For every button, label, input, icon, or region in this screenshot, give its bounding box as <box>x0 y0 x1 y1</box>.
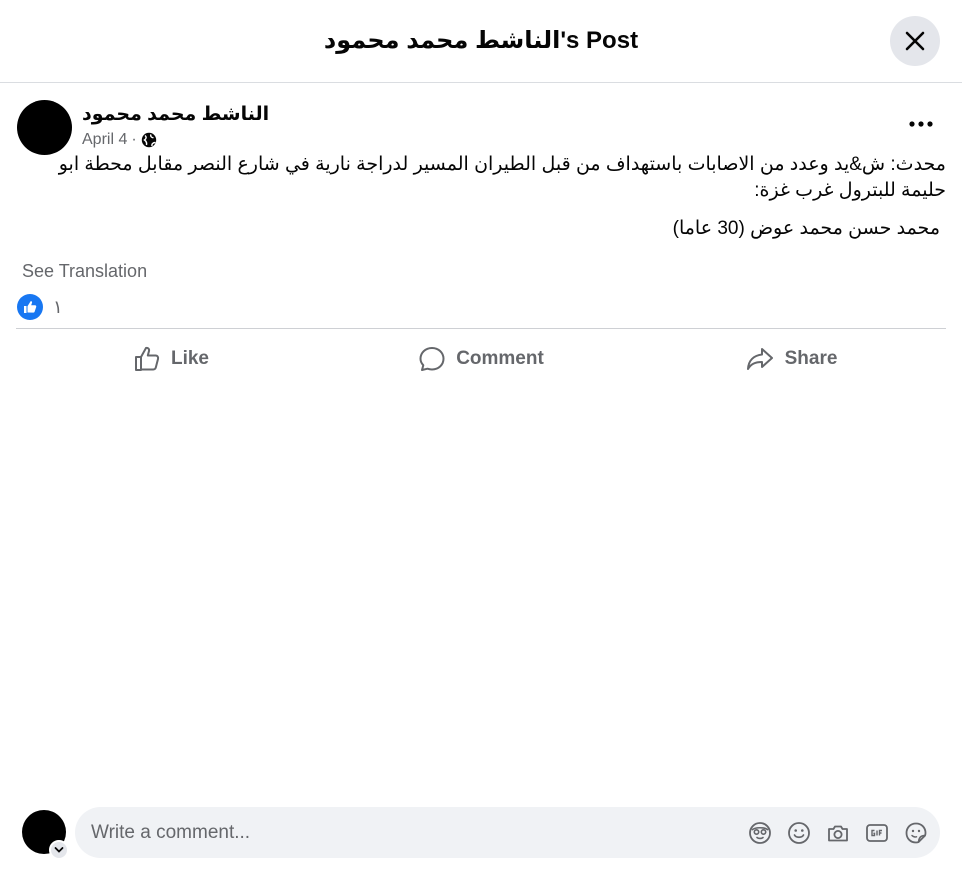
comment-icon <box>419 347 445 371</box>
post-text: محدث: ش&يد وعدد من الاصابات باستهداف من … <box>58 154 946 201</box>
like-button[interactable]: Like <box>16 336 326 382</box>
share-label: Share <box>784 348 838 369</box>
share-button[interactable]: Share <box>636 336 946 382</box>
like-label: Like <box>170 348 210 369</box>
gif-icon[interactable] <box>864 820 889 845</box>
close-icon <box>905 31 925 51</box>
like-reaction-icon <box>17 294 43 320</box>
close-button[interactable] <box>890 16 940 66</box>
comment-label: Comment <box>456 348 544 369</box>
see-translation-link[interactable]: See Translation <box>22 261 147 282</box>
post-date[interactable]: April 4 <box>82 131 127 149</box>
avatar-sticker-icon[interactable] <box>747 820 772 845</box>
more-icon <box>909 121 933 127</box>
comment-input[interactable] <box>91 807 731 858</box>
like-icon <box>134 346 160 371</box>
composer-tools <box>747 807 928 858</box>
profile-switch-button[interactable] <box>49 840 69 860</box>
globe-icon <box>141 132 156 148</box>
sticker-icon[interactable] <box>903 820 928 845</box>
emoji-icon[interactable] <box>786 820 811 845</box>
post-text-name: محمد حسن محمد عوض (30 عاما) <box>672 218 940 239</box>
share-icon <box>746 348 773 370</box>
more-options-button[interactable] <box>906 112 936 136</box>
chevron-down-icon <box>54 847 64 853</box>
meta-separator: · <box>131 131 137 148</box>
dialog-header: الناشط محمد محمود's Post <box>0 0 962 83</box>
reactions-summary[interactable]: ١ <box>17 294 63 320</box>
post-actions: Like Comment Share <box>16 336 946 382</box>
dialog-title: الناشط محمد محمود's Post <box>323 27 639 54</box>
camera-icon[interactable] <box>825 820 850 845</box>
reaction-count: ١ <box>53 296 63 317</box>
author-name[interactable]: الناشط محمد محمود <box>82 103 269 126</box>
comment-composer <box>75 807 940 858</box>
author-avatar[interactable] <box>17 100 72 155</box>
actions-divider <box>16 328 946 329</box>
comment-button[interactable]: Comment <box>326 336 636 382</box>
post-meta: April 4 · <box>82 131 157 149</box>
